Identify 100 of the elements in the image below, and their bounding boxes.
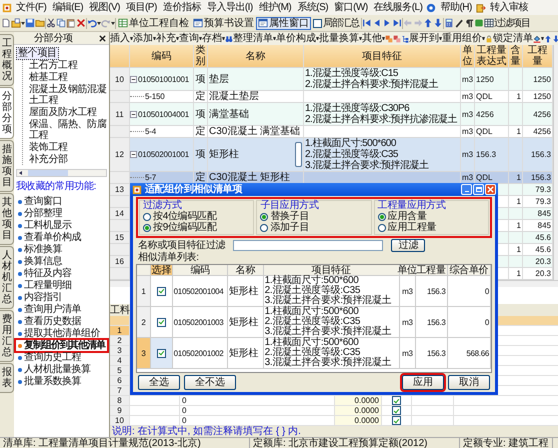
table-cell: 010501001001 — [138, 74, 189, 84]
unit-check-button[interactable]: 单位工程自检 — [116, 16, 191, 30]
table-cell: 156.3 — [426, 316, 446, 328]
panel-title: 分部分项 — [34, 32, 73, 44]
table-cell: QDL — [476, 126, 492, 137]
side-tab[interactable]: 报表 — [0, 363, 14, 393]
panel-tab[interactable]: 工料 — [110, 305, 130, 316]
table-cell: 0.0000 — [354, 416, 379, 425]
side-tab[interactable]: 分部分项 — [0, 87, 14, 139]
tree-item[interactable]: 土石方工程 — [29, 60, 107, 71]
budget-settings-button[interactable]: 预算书设置 — [191, 16, 256, 30]
toolbar-menu[interactable]: 插入 — [110, 33, 133, 44]
dialog-button[interactable]: 全不选 — [184, 375, 236, 390]
table-cell: QDL — [476, 172, 492, 183]
tree-item[interactable]: 整个项目 — [16, 47, 59, 60]
menu-item[interactable]: 转入审核 — [488, 2, 530, 13]
properties-toggle[interactable]: 属性窗口 — [256, 16, 311, 30]
side-tab[interactable]: 费用汇总 — [0, 310, 14, 362]
table-row[interactable]: 5-150 定 混凝土垫层 m3 QDL 1 1250 — [110, 91, 553, 103]
tree-item[interactable]: 保温、隔热、防腐工程 — [29, 119, 107, 141]
favorite-link[interactable]: 查看单价构成 — [16, 232, 107, 243]
filter-button[interactable]: 过滤 — [391, 239, 426, 252]
row-number[interactable]: 5 — [110, 366, 130, 375]
toolbar-menu[interactable]: 添加 — [133, 33, 156, 44]
dialog-button[interactable]: 取消 — [448, 375, 490, 390]
table-row[interactable]: 3 010502001002 矩形柱 1.柱截面尺寸:500*600 2.混凝土强度等级:C35 3.混凝土拌合要求:预拌混凝土 m3 156.3 568.66 — [137, 338, 491, 369]
table-row[interactable]: 10 010501001001 项 垫层 1.混凝土强度等级:C15 2.混凝土拌合料要求:预拌混凝土 m3 1250 1250 — [110, 68, 553, 91]
side-tab[interactable]: 措施项目 — [0, 140, 14, 192]
row-number[interactable]: 4 — [110, 356, 130, 365]
favorite-link[interactable]: 复制组价到其他清单 — [16, 340, 107, 351]
filter-projects-button[interactable]: 过滤项目 — [494, 18, 530, 28]
radio-button[interactable]: 应用含量 — [378, 211, 426, 222]
tree-item[interactable]: 混凝土及钢筋混凝土工程 — [29, 84, 107, 106]
favorite-link[interactable]: 查询窗口 — [16, 196, 107, 207]
favorite-link[interactable]: 查看历史数据 — [16, 316, 107, 327]
menu-item[interactable]: 导入导出(I) — [204, 2, 255, 13]
radio-button[interactable]: 替换子目 — [260, 211, 310, 222]
table-row[interactable]: 5-7 定 C30混凝土 矩形柱 m3 QDL 1 156.3 — [110, 172, 553, 184]
row-number[interactable]: 10 — [110, 416, 130, 425]
menu-item[interactable]: 项目(P) — [124, 2, 159, 13]
row-number: 14 — [115, 208, 124, 219]
side-tab[interactable]: 其他项目 — [0, 193, 14, 245]
table-cell: 1.柱截面尺寸:500*600 2.混凝土强度等级:C35 3.混凝土拌合要求:预拌混凝土 — [264, 338, 392, 368]
tree-item[interactable]: 补充分部 — [29, 154, 107, 165]
favorite-link[interactable]: 内容指引 — [16, 292, 107, 303]
row-number[interactable]: 9 — [110, 406, 130, 415]
menu-item[interactable]: 编辑(E) — [50, 2, 86, 13]
lock-list-button[interactable]: 锁定清单 — [485, 33, 533, 44]
favorite-link[interactable]: 标准换算 — [16, 244, 107, 255]
menu-item[interactable]: 帮助(H) — [438, 2, 474, 13]
favorite-link[interactable]: 分部整理 — [16, 208, 107, 219]
column-header: 项目特征 — [312, 264, 350, 276]
row-number[interactable]: 6 — [110, 376, 130, 385]
radio-button[interactable]: 按4位编码匹配 — [143, 211, 216, 222]
tree-item[interactable]: 桩基工程 — [29, 72, 107, 83]
row-number[interactable]: 2 — [110, 336, 130, 345]
row-number[interactable]: 8 — [110, 396, 130, 405]
tree-item[interactable]: 屋面及防水工程 — [29, 107, 107, 118]
menu-item[interactable]: 维护(M) — [256, 2, 294, 13]
table-cell: 0 — [182, 396, 186, 405]
favorite-link[interactable]: 人材机批量换算 — [16, 364, 107, 375]
favorite-link[interactable]: 工料机显示 — [16, 220, 107, 231]
favorite-link[interactable]: 提取其他清单组价 — [16, 328, 107, 339]
dialog-button[interactable]: 全选 — [138, 375, 180, 390]
favorite-link[interactable]: 特征及内容 — [16, 268, 107, 279]
radio-button[interactable]: 添加子目 — [260, 222, 310, 233]
menu-item[interactable]: 文件(F) — [14, 2, 48, 13]
menu-item[interactable]: 视图(V) — [87, 2, 122, 13]
row-number[interactable]: 7 — [110, 386, 130, 395]
side-tab[interactable]: 工程概况 — [0, 34, 14, 86]
favorite-link[interactable]: 查询用户清单 — [16, 304, 107, 315]
toolbar-menu[interactable]: 单价构成 — [276, 33, 319, 44]
radio-button[interactable]: 按9位编码匹配 — [143, 222, 216, 233]
column-header: 含量 — [510, 45, 521, 67]
tree-item[interactable]: 装饰工程 — [29, 142, 107, 153]
favorite-link[interactable]: 批量系数换算 — [16, 376, 107, 387]
menu-item[interactable]: 系统(S) — [295, 2, 330, 13]
table-row[interactable]: 2 010502001003 矩形柱 1.柱截面尺寸:500*600 2.混凝土强度等级:C35 3.混凝土拌合要求:预拌混凝土 m3 156.3 0 — [137, 307, 491, 338]
menu-item[interactable]: 在线服务(L) — [372, 2, 424, 13]
table-cell: 845 — [538, 220, 551, 231]
menu-item[interactable]: 窗口(W) — [332, 2, 370, 13]
toolbar-menu[interactable]: 补充 — [156, 33, 179, 44]
expand-to-menu[interactable]: 展开到 — [401, 33, 442, 44]
favorite-link[interactable]: 工程量明细 — [16, 280, 107, 291]
radio-button[interactable]: 应用工程量 — [378, 222, 436, 233]
partial-summary-checkbox[interactable]: 局部汇总 — [311, 16, 361, 30]
toolbar-menu[interactable]: 批量换算 — [319, 33, 362, 44]
side-tab[interactable]: 人材机汇总 — [0, 246, 14, 309]
toolbar-menu[interactable]: 整理清单 — [233, 33, 276, 44]
menu-item[interactable]: 造价指标 — [160, 2, 203, 13]
table-row[interactable]: 1 010502001004 矩形柱 1.柱截面尺寸:500*600 2.混凝土强度等级:C35 3.混凝土拌合要求:预拌混凝土 m3 156.3 0 — [137, 276, 491, 307]
dialog-button[interactable]: 应用 — [402, 375, 444, 390]
row-number[interactable]: 1 — [110, 326, 130, 335]
row-number[interactable]: 3 — [110, 346, 130, 355]
hint-text: 说明: 在计算式中, 如需注释请填写在 { } 内. — [112, 426, 301, 437]
toolbar-menu[interactable]: 查询 — [179, 33, 202, 44]
favorite-link[interactable]: 查询历史工程 — [16, 352, 107, 363]
table-row[interactable]: 12 010502001001 项 矩形柱 1.柱截面尺寸:500*600 2.混凝土强度等级:C35 3.混凝土拌合要求:预拌混凝土 m3 156.3 156.3 — [110, 138, 553, 172]
favorite-link[interactable]: 换算信息 — [16, 256, 107, 267]
table-row[interactable]: 5-4 定 C30混凝土 满堂基础 m3 QDL 1 4256 — [110, 126, 553, 138]
